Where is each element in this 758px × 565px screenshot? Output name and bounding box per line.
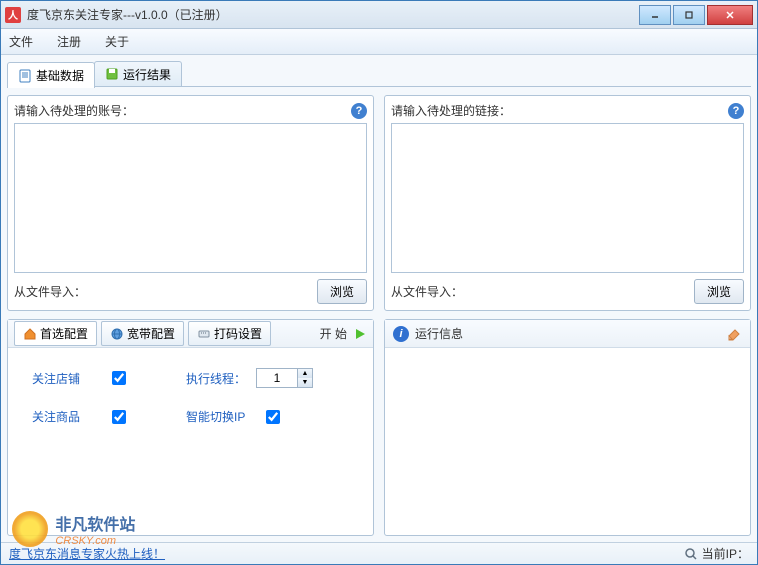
account-label: 请输入待处理的账号： [14,102,351,119]
maximize-button[interactable] [673,5,705,25]
smart-ip-label: 智能切换IP [186,408,256,425]
play-icon[interactable] [353,327,367,341]
spinner-down[interactable]: ▼ [298,378,312,387]
account-browse-button[interactable]: 浏览 [317,279,367,304]
follow-shop-label: 关注店铺 [32,370,102,387]
tab-run-result[interactable]: 运行结果 [94,61,182,86]
menu-about[interactable]: 关于 [105,33,129,50]
config-body: 关注店铺 执行线程： ▲ ▼ 关注商品 [8,348,373,535]
link-label: 请输入待处理的链接： [391,102,728,119]
link-input-block: 请输入待处理的链接： ? 从文件导入： 浏览 [384,95,751,311]
tab-basic-data-label: 基础数据 [36,67,84,84]
tab-captcha-config[interactable]: 打码设置 [188,321,271,346]
account-textarea[interactable] [14,123,367,273]
threads-input[interactable] [257,369,297,387]
status-link[interactable]: 度飞京东消息专家火热上线！ [9,545,165,562]
runtime-panel: i 运行信息 [384,319,751,536]
input-row: 请输入待处理的账号： ? 从文件导入： 浏览 请输入待处理的链接： ? 从文件导… [7,95,751,311]
info-icon: i [393,326,409,342]
window-title: 度飞京东关注专家---v1.0.0（已注册） [27,6,637,23]
tab-run-result-label: 运行结果 [123,66,171,83]
lower-row: 首选配置 宽带配置 打码设置 开 始 关注店 [7,319,751,536]
link-import-label: 从文件导入： [391,283,694,300]
help-icon[interactable]: ? [728,103,744,119]
menu-register[interactable]: 注册 [57,33,81,50]
follow-shop-checkbox[interactable] [112,371,126,385]
link-browse-button[interactable]: 浏览 [694,279,744,304]
account-input-block: 请输入待处理的账号： ? 从文件导入： 浏览 [7,95,374,311]
follow-goods-label: 关注商品 [32,408,102,425]
menubar: 文件 注册 关于 [1,29,757,55]
spinner-up[interactable]: ▲ [298,369,312,378]
start-label: 开 始 [320,325,347,342]
document-icon [18,69,32,83]
keyboard-icon [197,327,211,341]
runtime-body [385,348,750,535]
current-ip-label: 当前IP： [702,545,749,562]
app-icon: 人 [5,7,21,23]
disk-icon [105,67,119,81]
threads-spinner[interactable]: ▲ ▼ [256,368,313,388]
link-textarea[interactable] [391,123,744,273]
tab-basic-data[interactable]: 基础数据 [7,62,95,88]
content-area: 基础数据 运行结果 请输入待处理的账号： ? 从文件导入： 浏览 [1,55,757,542]
smart-ip-checkbox[interactable] [266,410,280,424]
app-window: 人 度飞京东关注专家---v1.0.0（已注册） 文件 注册 关于 基础数据 运… [0,0,758,565]
minimize-button[interactable] [639,5,671,25]
search-icon [684,547,698,561]
runtime-title: 运行信息 [415,325,726,342]
home-icon [23,327,37,341]
close-button[interactable] [707,5,753,25]
tab-pref-config[interactable]: 首选配置 [14,321,97,346]
titlebar: 人 度飞京东关注专家---v1.0.0（已注册） [1,1,757,29]
config-panel: 首选配置 宽带配置 打码设置 开 始 关注店 [7,319,374,536]
help-icon[interactable]: ? [351,103,367,119]
top-tabs: 基础数据 运行结果 [7,61,751,87]
tab-broadband-config[interactable]: 宽带配置 [101,321,184,346]
window-controls [637,5,753,25]
globe-icon [110,327,124,341]
menu-file[interactable]: 文件 [9,33,33,50]
follow-goods-checkbox[interactable] [112,410,126,424]
config-tabs: 首选配置 宽带配置 打码设置 开 始 [8,320,373,348]
statusbar: 度飞京东消息专家火热上线！ 当前IP： [1,542,757,564]
account-import-label: 从文件导入： [14,283,317,300]
threads-label: 执行线程： [186,370,256,387]
eraser-icon[interactable] [726,327,742,341]
